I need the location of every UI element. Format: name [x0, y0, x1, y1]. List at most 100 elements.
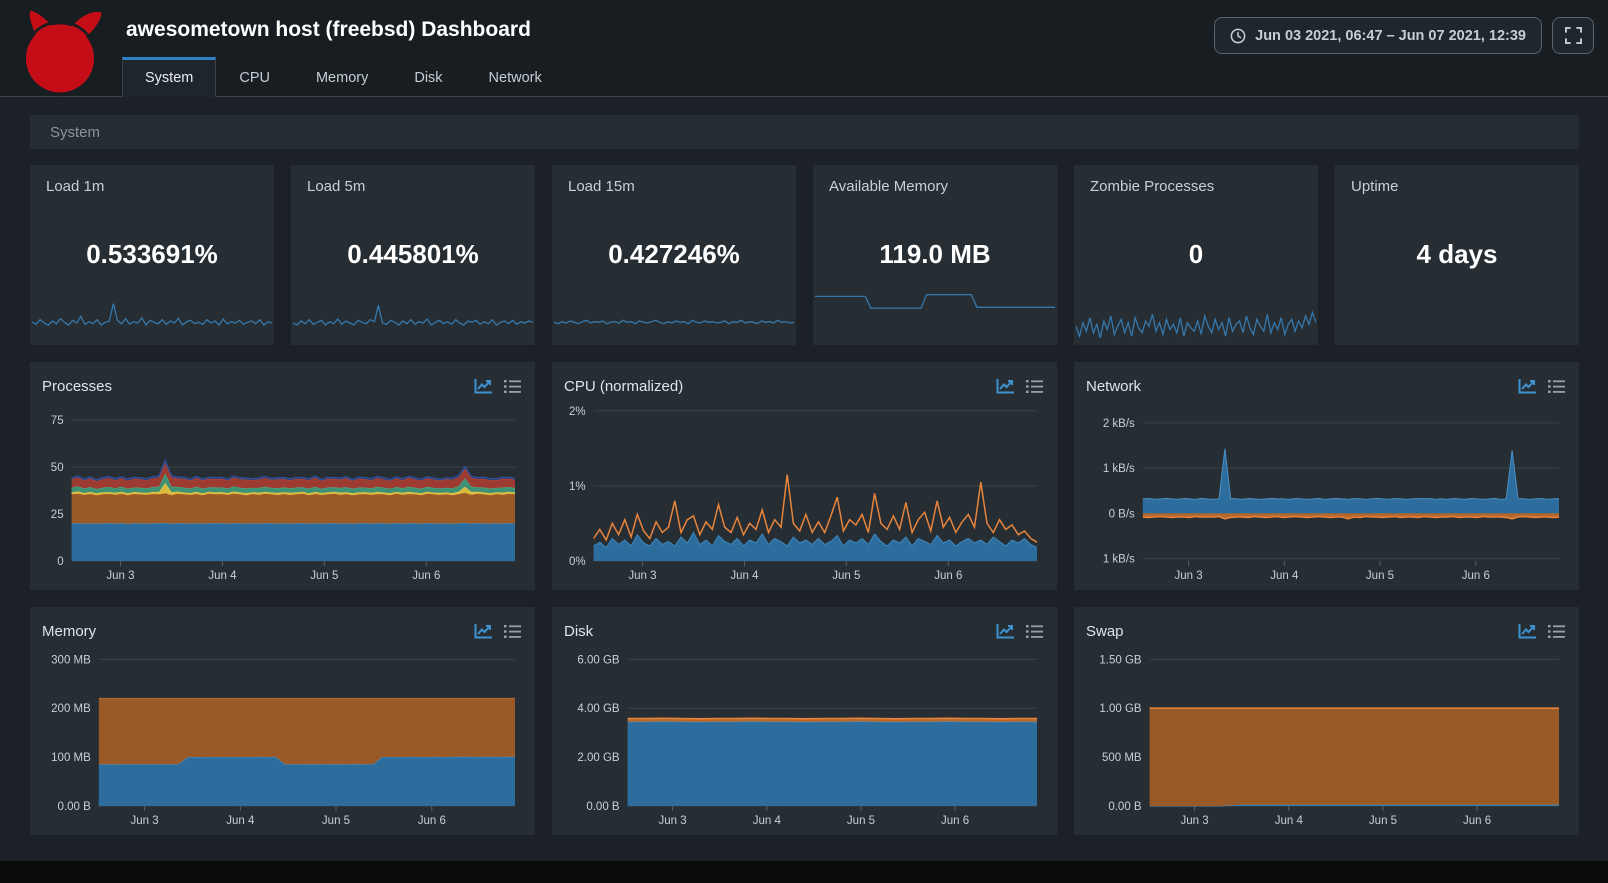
stat-label: Available Memory — [829, 178, 948, 195]
panel-title: Processes — [42, 377, 113, 395]
legend-list-icon[interactable] — [504, 624, 521, 639]
stat-label: Load 5m — [307, 178, 366, 195]
svg-text:Jun 4: Jun 4 — [208, 570, 237, 582]
panel-title: Swap — [1086, 622, 1124, 640]
chart-mode-icon[interactable] — [996, 378, 1015, 394]
panel-disk: Disk 0.00 B 2.00 GB 4.00 GB 6.00 GB Jun 3 Jun… — [552, 607, 1057, 835]
chart-mode-icon[interactable] — [996, 623, 1015, 639]
load-15m-sparkline — [553, 295, 795, 339]
svg-text:Jun 5: Jun 5 — [310, 570, 338, 582]
svg-text:Jun 3: Jun 3 — [628, 570, 656, 582]
svg-text:0%: 0% — [569, 556, 586, 568]
svg-text:25: 25 — [51, 509, 64, 521]
stat-label: Uptime — [1351, 178, 1399, 195]
svg-text:Jun 6: Jun 6 — [418, 815, 446, 827]
svg-text:75: 75 — [51, 415, 64, 427]
stat-card-load-5m: Load 5m 0.445801% — [291, 165, 535, 345]
svg-text:0.00 B: 0.00 B — [58, 801, 92, 813]
fullscreen-button[interactable] — [1552, 17, 1594, 54]
svg-text:1 kB/s: 1 kB/s — [1103, 554, 1135, 566]
chart-mode-icon[interactable] — [1518, 623, 1537, 639]
header-bar: awesometown host (freebsd) Dashboard Jun… — [0, 0, 1608, 97]
svg-text:Jun 6: Jun 6 — [412, 570, 440, 582]
cpu-normalized-chart[interactable]: 0% 1% 2% Jun 3 Jun 4 Jun 5 Jun 6 — [564, 400, 1045, 582]
svg-text:300 MB: 300 MB — [51, 654, 91, 666]
footer-spacer — [30, 835, 1579, 861]
zombie-processes-sparkline — [1075, 297, 1317, 345]
legend-list-icon[interactable] — [504, 379, 521, 394]
available-memory-sparkline — [815, 278, 1055, 333]
svg-text:Jun 5: Jun 5 — [847, 815, 875, 827]
svg-text:0 B/s: 0 B/s — [1109, 508, 1135, 520]
stats-row: Load 1m 0.533691% Load 5m 0.445801% Load… — [30, 165, 1579, 345]
svg-text:Jun 3: Jun 3 — [1175, 570, 1203, 582]
panel-memory: Memory 0.00 B 100 MB 200 MB 300 MB Jun 3 Jun … — [30, 607, 535, 835]
panel-processes: Processes 0 25 50 75 Jun 3 Jun 4 Jun 5 Jun 6 — [30, 362, 535, 590]
stat-value: 0.445801% — [347, 239, 479, 269]
memory-chart[interactable]: 0.00 B 100 MB 200 MB 300 MB Jun 3 Jun 4 Jun 5 J… — [42, 645, 523, 827]
stat-value: 119.0 MB — [879, 239, 991, 269]
svg-text:Jun 3: Jun 3 — [106, 570, 134, 582]
disk-chart[interactable]: 0.00 B 2.00 GB 4.00 GB 6.00 GB Jun 3 Jun 4 Jun… — [564, 645, 1045, 827]
nav-tabs: System CPU Memory Disk Network — [122, 57, 565, 97]
svg-text:1 kB/s: 1 kB/s — [1103, 463, 1135, 475]
network-chart[interactable]: 1 kB/s 0 B/s 1 kB/s 2 kB/s Jun 3 Jun 4 Jun 5 Ju… — [1086, 400, 1567, 582]
load-5m-sparkline — [292, 295, 534, 339]
stat-value: 0 — [1188, 239, 1204, 269]
svg-text:500 MB: 500 MB — [1102, 752, 1142, 764]
panel-title: Network — [1086, 377, 1142, 395]
svg-text:Jun 6: Jun 6 — [941, 815, 969, 827]
svg-text:4.00 GB: 4.00 GB — [577, 703, 620, 715]
stat-card-load-15m: Load 15m 0.427246% — [552, 165, 796, 345]
svg-text:200 MB: 200 MB — [51, 703, 91, 715]
stat-label: Load 15m — [568, 178, 635, 195]
time-range-label: Jun 03 2021, 06:47 – Jun 07 2021, 12:39 — [1255, 27, 1526, 44]
chart-mode-icon[interactable] — [474, 623, 493, 639]
svg-text:1.50 GB: 1.50 GB — [1099, 654, 1142, 666]
svg-text:Jun 6: Jun 6 — [934, 570, 962, 582]
stat-label: Load 1m — [46, 178, 105, 195]
svg-text:Jun 4: Jun 4 — [753, 815, 782, 827]
tab-disk[interactable]: Disk — [391, 57, 465, 97]
chart-mode-icon[interactable] — [474, 378, 493, 394]
svg-text:Jun 4: Jun 4 — [730, 570, 759, 582]
svg-text:Jun 4: Jun 4 — [1270, 570, 1299, 582]
svg-text:0.00 B: 0.00 B — [1108, 801, 1142, 813]
tab-network[interactable]: Network — [466, 57, 565, 97]
charts-row-2: Memory 0.00 B 100 MB 200 MB 300 MB Jun 3 Jun … — [30, 607, 1579, 835]
tab-system[interactable]: System — [122, 57, 217, 97]
fullscreen-icon — [1564, 27, 1582, 44]
svg-text:2.00 GB: 2.00 GB — [577, 752, 620, 764]
load-1m-sparkline — [31, 295, 273, 339]
stat-card-available-memory: Available Memory 119.0 MB — [813, 165, 1057, 345]
chart-mode-icon[interactable] — [1518, 378, 1537, 394]
legend-list-icon[interactable] — [1026, 379, 1043, 394]
svg-text:Jun 3: Jun 3 — [659, 815, 687, 827]
svg-text:0: 0 — [57, 556, 63, 568]
time-range-picker[interactable]: Jun 03 2021, 06:47 – Jun 07 2021, 12:39 — [1214, 17, 1542, 54]
section-header-system[interactable]: System — [30, 115, 1579, 149]
stat-card-zombie-processes: Zombie Processes 0 — [1074, 165, 1318, 345]
main-content: System Load 1m 0.533691% Load 5m 0.44580… — [0, 115, 1608, 861]
footer-black-bar — [0, 861, 1608, 883]
charts-row-1: Processes 0 25 50 75 Jun 3 Jun 4 Jun 5 Jun 6 CP… — [30, 362, 1579, 590]
stat-label: Zombie Processes — [1090, 178, 1215, 195]
legend-list-icon[interactable] — [1026, 624, 1043, 639]
svg-text:Jun 6: Jun 6 — [1462, 570, 1490, 582]
tab-memory[interactable]: Memory — [293, 57, 391, 97]
legend-list-icon[interactable] — [1548, 624, 1565, 639]
stat-value: 4 days — [1416, 239, 1498, 269]
swap-chart[interactable]: 0.00 B 500 MB 1.00 GB 1.50 GB Jun 3 Jun 4 Jun … — [1086, 645, 1567, 827]
svg-text:2%: 2% — [569, 406, 586, 418]
clock-icon — [1230, 28, 1246, 43]
panel-swap: Swap 0.00 B 500 MB 1.00 GB 1.50 GB Jun 3 Jun … — [1074, 607, 1579, 835]
processes-chart[interactable]: 0 25 50 75 Jun 3 Jun 4 Jun 5 Jun 6 — [42, 400, 523, 582]
legend-list-icon[interactable] — [1548, 379, 1565, 394]
tab-cpu[interactable]: CPU — [216, 57, 293, 97]
svg-text:Jun 5: Jun 5 — [832, 570, 860, 582]
stat-card-uptime: Uptime 4 days — [1335, 165, 1579, 345]
svg-text:50: 50 — [51, 462, 64, 474]
stat-value: 0.533691% — [86, 239, 218, 269]
svg-text:Jun 3: Jun 3 — [1181, 815, 1209, 827]
stat-value: 0.427246% — [608, 239, 740, 269]
